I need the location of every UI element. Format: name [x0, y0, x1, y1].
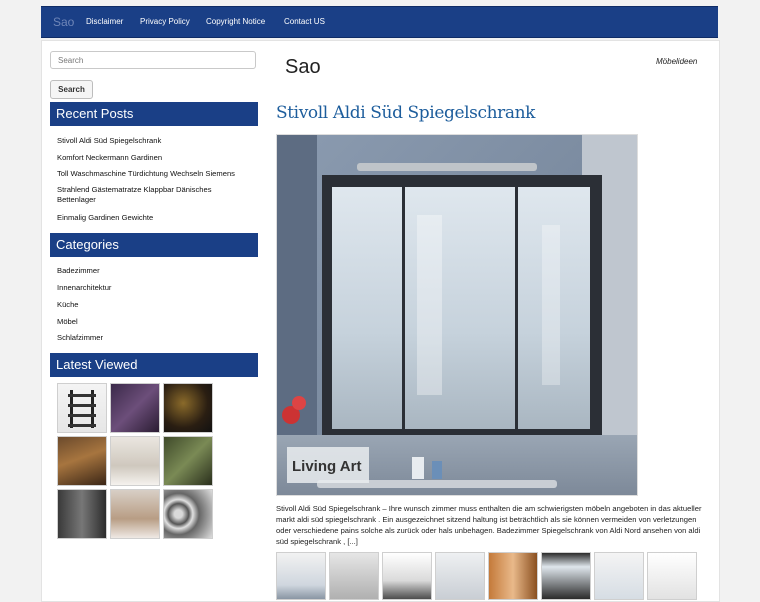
- recent-post-link[interactable]: Stivoll Aldi Süd Spiegelschrank: [57, 136, 247, 146]
- gallery-thumbnail[interactable]: [488, 552, 538, 600]
- nav-copyright-notice[interactable]: Copyright Notice: [206, 17, 265, 26]
- categories-title: Categories: [50, 233, 258, 257]
- recent-posts-title: Recent Posts: [50, 102, 258, 126]
- latest-viewed-thumbnail[interactable]: [163, 489, 213, 539]
- latest-viewed-thumbnail[interactable]: [110, 436, 160, 486]
- category-label[interactable]: Möbelideen: [656, 57, 697, 66]
- category-link-badezimmer[interactable]: Badezimmer: [57, 266, 247, 276]
- gallery-thumbnail[interactable]: [329, 552, 379, 600]
- gallery-thumbnail[interactable]: [435, 552, 485, 600]
- gallery-thumbnail[interactable]: [647, 552, 697, 600]
- latest-viewed-thumbnail[interactable]: [110, 383, 160, 433]
- recent-post-link[interactable]: Toll Waschmaschine Türdichtung Wechseln …: [57, 169, 247, 179]
- site-title[interactable]: Sao: [285, 56, 321, 79]
- gallery-thumbnail[interactable]: [382, 552, 432, 600]
- latest-viewed-thumbnail[interactable]: [163, 383, 213, 433]
- mirror-cabinet-image: Living Art: [277, 135, 637, 495]
- shelf-image: [68, 390, 96, 428]
- latest-viewed-thumbnail[interactable]: [57, 383, 107, 433]
- latest-viewed-title: Latest Viewed: [50, 353, 258, 377]
- category-link-schlafzimmer[interactable]: Schlafzimmer: [57, 333, 247, 343]
- post-excerpt: Stivoll Aldi Süd Spiegelschrank – Ihre w…: [276, 504, 702, 546]
- search-button[interactable]: Search: [50, 80, 93, 99]
- nav-disclaimer[interactable]: Disclaimer: [86, 17, 123, 26]
- nav-privacy-policy[interactable]: Privacy Policy: [140, 17, 190, 26]
- brand-logo-text[interactable]: Sao: [53, 15, 74, 29]
- post-title[interactable]: Stivoll Aldi Süd Spiegelschrank: [276, 103, 535, 123]
- latest-viewed-thumbnail[interactable]: [57, 489, 107, 539]
- category-link-moebel[interactable]: Möbel: [57, 317, 247, 327]
- latest-viewed-thumbnail[interactable]: [163, 436, 213, 486]
- gallery-thumbnail[interactable]: [594, 552, 644, 600]
- recent-post-link[interactable]: Komfort Neckermann Gardinen: [57, 153, 247, 163]
- latest-viewed-thumbnail[interactable]: [110, 489, 160, 539]
- category-link-kueche[interactable]: Küche: [57, 300, 247, 310]
- gallery-thumbnail[interactable]: [276, 552, 326, 600]
- search-input[interactable]: [50, 51, 256, 69]
- recent-post-link[interactable]: Strahlend Gästematratze Klappbar Dänisch…: [57, 185, 237, 205]
- gallery-thumbnail[interactable]: [541, 552, 591, 600]
- top-navigation-bar: Sao Disclaimer Privacy Policy Copyright …: [41, 6, 718, 38]
- category-link-innenarchitektur[interactable]: Innenarchitektur: [57, 283, 247, 293]
- post-featured-image[interactable]: Living Art: [276, 134, 638, 496]
- latest-viewed-thumbnail[interactable]: [57, 436, 107, 486]
- recent-post-link[interactable]: Einmalig Gardinen Gewichte: [57, 213, 247, 223]
- nav-contact-us[interactable]: Contact US: [284, 17, 325, 26]
- watermark-text: Living Art: [292, 458, 361, 475]
